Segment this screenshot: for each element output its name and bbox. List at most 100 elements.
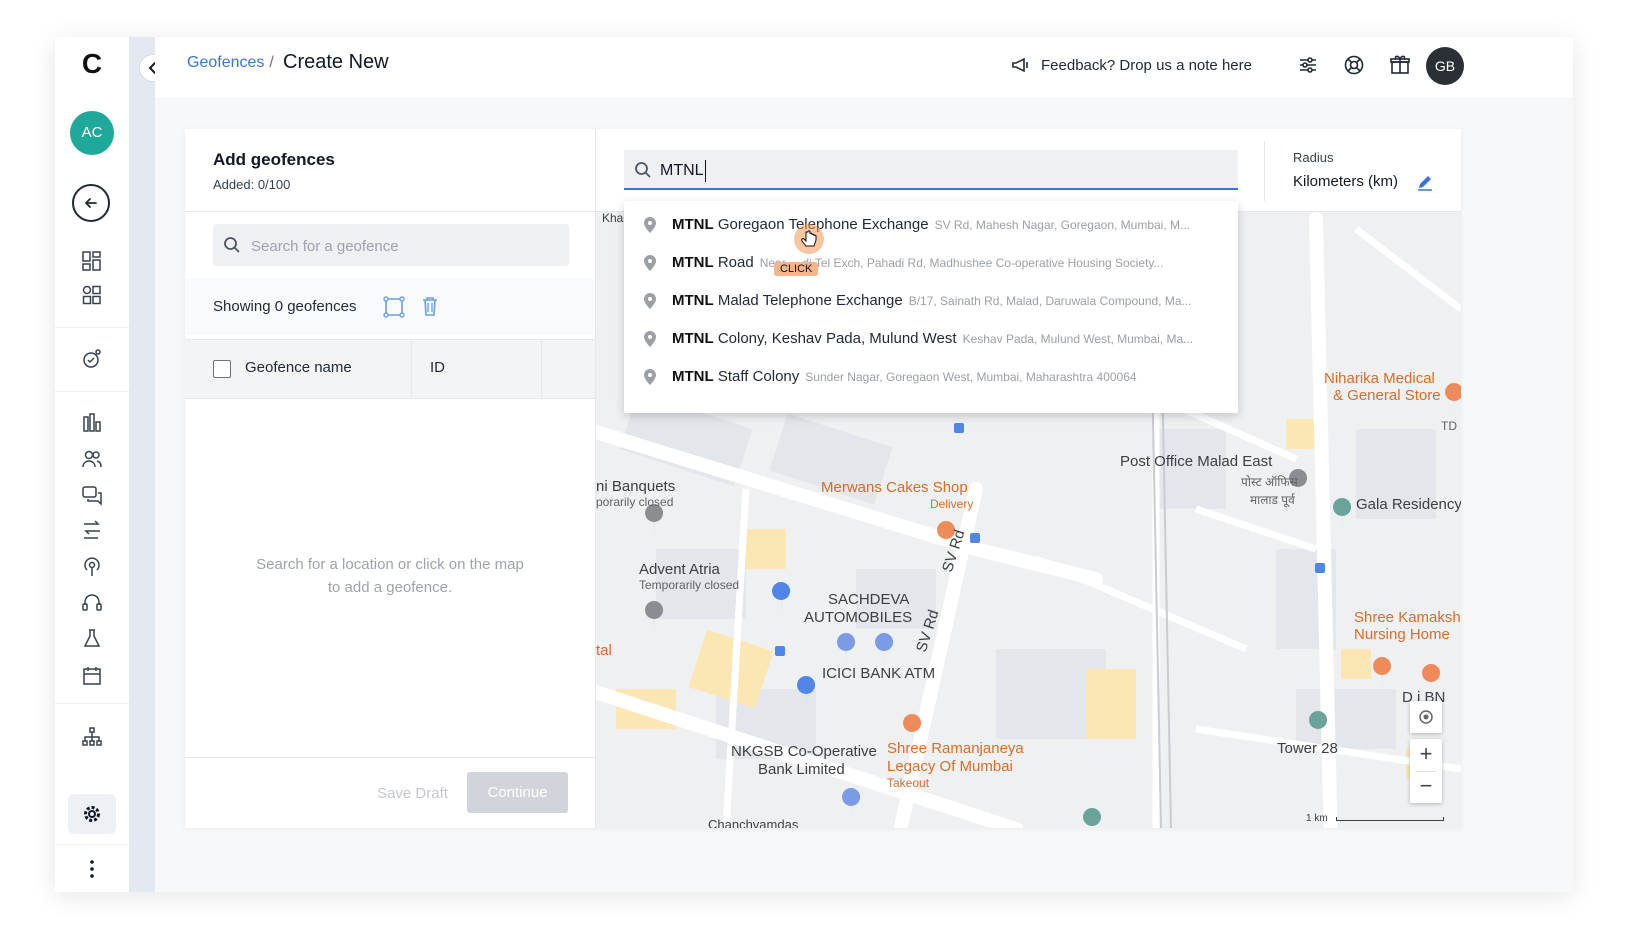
left-nav-rail: C AC [55,37,130,892]
showing-row: Showing 0 geofences [185,279,595,335]
location-search-value: MTNL [660,162,704,180]
map-label-td: TD [1441,419,1457,433]
suggestion-item[interactable]: MTNL Goregaon Telephone Exchange SV Rd, M… [624,206,1238,244]
hierarchy-icon[interactable] [80,725,104,749]
suggestion-item[interactable]: MTNL Staff Colony Sunder Nagar, Goregaon … [624,358,1238,396]
column-id[interactable]: ID [430,359,445,376]
crosshair-icon [1419,710,1433,724]
suggestion-match: MTNL [672,254,714,271]
added-count: Added: 0/100 [213,177,291,192]
edit-radius-pencil-icon[interactable] [1416,173,1434,196]
suggestion-match: MTNL [672,216,714,233]
support-icon[interactable] [80,591,104,615]
suggestion-item[interactable]: MTNL Road Near ... di Tel Exch, Pahadi Rd… [624,244,1238,282]
click-label: CLICK [774,262,819,276]
back-button[interactable] [72,184,110,222]
more-icon[interactable] [80,857,104,881]
map-label-banquets-sub: porarily closed [596,495,674,509]
map-label-icici: ICICI BANK ATM [822,665,936,682]
map-label-tal: tal [596,642,612,659]
map-label-shree-k1: Shree Kamaksh [1354,609,1461,626]
text-caret [704,160,706,182]
map-label-post-hindi1: पोस्ट ऑफिस [1241,475,1298,489]
map-label-advent-sub: Temporarily closed [639,578,740,592]
feedback-link[interactable]: Feedback? Drop us a note here [1011,54,1252,76]
megaphone-icon [1012,57,1028,73]
search-icon [635,162,651,178]
suggestion-name: Malad Telephone Exchange [717,292,903,309]
gift-icon[interactable] [1388,53,1412,77]
user-avatar[interactable]: GB [1426,47,1464,85]
journeys-icon[interactable] [80,519,104,543]
map-label-tower: Tower 28 [1277,740,1338,757]
continue-button[interactable]: Continue [467,772,568,813]
map-label-post-office: Post Office Malad East [1120,453,1273,470]
geofence-table-header: Geofence name ID [185,339,595,399]
suggestion-item[interactable]: MTNL Colony, Keshav Pada, Mulund West Kes… [624,320,1238,358]
panel-footer: Save Draft Continue [185,757,595,829]
panel-title: Add geofences [213,150,335,169]
my-location-button[interactable] [1410,701,1442,733]
location-pin-icon [644,293,656,309]
messages-icon[interactable] [80,483,104,507]
suggestion-address: Near ... di Tel Exch, Pahadi Rd, Madhush… [759,256,1164,270]
apps-icon[interactable] [80,283,104,307]
empty-message-line2: to add a geofence. [327,579,453,596]
zoom-in-button[interactable]: + [1410,739,1442,771]
suggestion-match: MTNL [672,292,714,309]
settings-icon[interactable] [80,802,104,826]
filter-settings-icon[interactable] [1296,53,1320,77]
location-search-input[interactable]: MTNL [660,160,706,182]
suggestion-item[interactable]: MTNL Malad Telephone Exchange B/17, Saina… [624,282,1238,320]
page-title: Create New [283,51,389,73]
help-lifebuoy-icon[interactable] [1342,53,1366,77]
location-pin-icon [644,217,656,233]
save-draft-button[interactable]: Save Draft [365,780,460,806]
map-scale-label: 1 km [1306,813,1328,824]
location-search-box[interactable]: MTNL [624,150,1238,190]
app-window: C AC Geofences / Create New Feedback? Dr… [55,37,1573,892]
geofence-search-input[interactable] [249,224,553,268]
zoom-out-button[interactable]: − [1410,771,1442,803]
polygon-draw-icon[interactable] [383,296,405,323]
workspace-avatar[interactable]: AC [70,111,114,155]
add-geofences-panel: Add geofences Added: 0/100 Showing 0 geo… [185,129,596,828]
rail-strip [129,37,155,892]
click-indicator [794,224,824,254]
map-label-advent: Advent Atria [639,561,720,578]
geofence-editor-card: Add geofences Added: 0/100 Showing 0 geo… [185,129,1461,828]
breadcrumb-geofences-link[interactable]: Geofences [187,54,264,71]
calendar-icon[interactable] [80,664,104,688]
column-geofence-name[interactable]: Geofence name [245,359,352,376]
dashboard-icon[interactable] [80,249,104,273]
empty-state-message: Search for a location or click on the ma… [235,553,545,599]
map-label-niharika2: & General Store [1333,387,1441,404]
map-label-shree-k2: Nursing Home [1354,626,1450,643]
select-all-checkbox[interactable] [213,360,231,378]
map-label-merwans: Merwans Cakes Shop [821,479,968,496]
map-label-chanchvamdas: Chanchvamdas [708,817,799,828]
suggestion-match: MTNL [672,330,714,347]
suggestion-address: SV Rd, Mahesh Nagar, Goregaon, Mumbai, M… [934,218,1191,232]
trash-icon[interactable] [421,295,439,322]
map-label-sachdeva1: SACHDEVA [828,591,910,608]
broadcast-icon[interactable] [80,555,104,579]
suggestion-match: MTNL [672,368,714,385]
zoom-controls: + − [1410,739,1442,803]
map-label-merwans-sub: Delivery [930,497,974,511]
map-label-gala: Gala Residency [1356,496,1461,513]
radius-label: Radius [1293,150,1334,165]
top-header: Geofences / Create New Feedback? Drop us … [155,37,1573,97]
search-icon [224,237,240,253]
map-label-kha: Kha [602,211,624,225]
geofence-search-box[interactable] [213,224,569,268]
users-icon[interactable] [80,447,104,471]
map-area[interactable]: Kha Niharika Medical & General Store TD … [596,129,1461,828]
feedback-text: Feedback? Drop us a note here [1041,56,1252,74]
analytics-icon[interactable] [80,411,104,435]
app-logo[interactable]: C [77,49,107,79]
suggestion-address: B/17, Sainath Rd, Malad, Daruwala Compou… [908,294,1192,308]
experiments-icon[interactable] [80,627,104,651]
autocomplete-dropdown: MTNL Goregaon Telephone Exchange SV Rd, M… [624,201,1238,413]
campaign-icon[interactable] [80,347,104,371]
